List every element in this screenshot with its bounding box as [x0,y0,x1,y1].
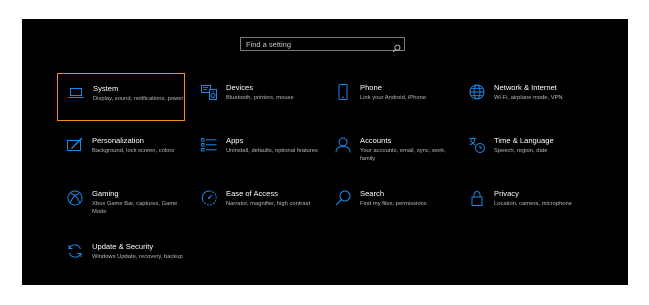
tile-title: Time & Language [494,136,554,145]
tile-title: Ease of Access [226,189,278,198]
tile-devices[interactable]: Devices Bluetooth, printers, mouse [191,73,319,121]
tile-title: Update & Security [92,242,154,251]
tile-description: Windows Update, recovery, backup [92,254,183,260]
time-language-icon [469,137,485,153]
paint-icon [67,137,83,153]
tile-network-internet[interactable]: Network & Internet Wi-Fi, airplane mode,… [459,73,587,121]
tile-title: Network & Internet [494,83,557,92]
tile-time-language[interactable]: Time & Language Speech, region, date [459,126,587,174]
tile-description: Background, lock screen, colors [92,148,175,154]
tile-title: Accounts [360,136,392,145]
search-icon[interactable] [392,40,401,52]
tile-title: Devices [226,83,254,92]
tile-description: Location, camera, microphone [494,201,572,207]
xbox-icon [67,190,83,206]
tile-gaming[interactable]: Gaming Xbox Game Bar, captures, Game Mod… [57,179,185,227]
tile-title: Phone [360,83,382,92]
search-icon [335,190,351,206]
tile-title: Search [360,189,385,198]
tile-description: Your accounts, email, sync, work, family [360,148,446,163]
tile-update-security[interactable]: Update & Security Windows Update, recove… [57,232,185,280]
tile-title: Personalization [92,136,144,145]
tile-title: Apps [226,136,244,145]
tile-privacy[interactable]: Privacy Location, camera, microphone [459,179,587,227]
keyboard-speaker-icon [201,84,217,100]
tile-description: Xbox Game Bar, captures, Game Mode [92,201,178,216]
tile-title: Privacy [494,189,519,198]
tile-description: Link your Android, iPhone [360,95,427,101]
person-icon [335,137,351,153]
tile-title: System [93,84,119,93]
search-input[interactable]: Find a setting [240,37,405,52]
phone-icon [335,84,351,100]
tile-description: Bluetooth, printers, mouse [226,95,294,101]
tile-description: Speech, region, date [494,148,548,154]
tile-search[interactable]: Search Find my files, permissions [325,179,453,227]
tile-phone[interactable]: Phone Link your Android, iPhone [325,73,453,121]
lock-icon [469,190,485,206]
tile-accounts[interactable]: Accounts Your accounts, email, sync, wor… [325,126,453,174]
tile-system[interactable]: System Display, sound, notifications, po… [57,73,185,121]
sync-icon [67,243,83,259]
tile-description: Narrator, magnifier, high contrast [226,201,311,207]
tile-description: Display, sound, notifications, power [93,96,184,102]
tile-personalization[interactable]: Personalization Background, lock screen,… [57,126,185,174]
tile-description: Wi-Fi, airplane mode, VPN [494,95,563,101]
tile-description: Uninstall, defaults, optional features [226,148,318,154]
tile-apps[interactable]: Apps Uninstall, defaults, optional featu… [191,126,319,174]
apps-list-icon [201,137,217,153]
laptop-icon [68,85,84,101]
tile-ease-of-access[interactable]: Ease of Access Narrator, magnifier, high… [191,179,319,227]
settings-window: Find a setting System Display, sound, no… [22,19,628,285]
tile-title: Gaming [92,189,119,198]
ease-of-access-icon [201,190,217,206]
tile-description: Find my files, permissions [360,201,427,207]
search-placeholder: Find a setting [246,40,292,49]
globe-icon [469,84,485,100]
